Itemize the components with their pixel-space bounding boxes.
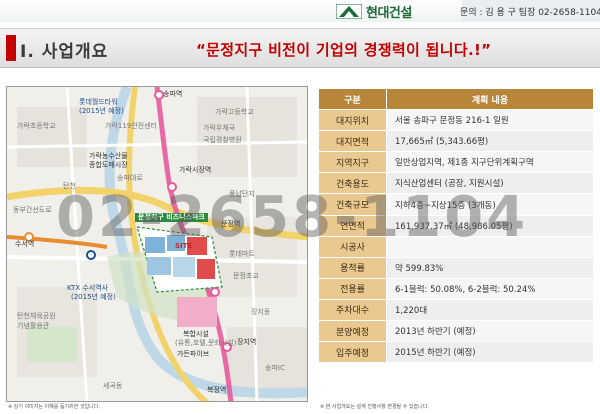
map-label-ktx: KTX 수서역사 (67, 284, 109, 292)
row-key: 지역지구 (318, 151, 387, 174)
map-label-site: SITE (175, 242, 193, 250)
map-label-garden-five: 가든파이브 (177, 350, 210, 358)
table-row: 대지위치 서울 송파구 문정동 216-1 일원 (318, 109, 594, 132)
map-label-lotte-year: (2015년 예정) (79, 107, 124, 115)
contact-info: 문의 : 김 용 구 팀장 02-2658-1104 (460, 0, 600, 22)
row-key: 연면적 (318, 214, 387, 237)
table-row: 지역지구 일반상업지역, 제1종 지구단위계획구역 (318, 151, 594, 174)
map-label-lotte-world-tower: 롯데월드타워 (79, 98, 118, 106)
table-header-value: 계획 내용 (386, 87, 594, 111)
map-label-munjeong-elem: 문정초교 (233, 272, 259, 280)
row-key: 용적률 (318, 256, 387, 279)
map-label-garak-119: 가락119안전센터 (105, 122, 158, 130)
map-label-garak-high: 가락고등학교 (215, 108, 254, 116)
table-row: 대지면적 17,665㎡ (5,343.66평) (318, 130, 594, 153)
map-label-garak-market: 가락농수산물 (89, 152, 128, 160)
map-label-jangji-station: 장지역 (237, 338, 257, 346)
location-map: 송파역 롯데월드타워 (2015년 예정) 가락초등학교 가락고등학교 가락11… (6, 86, 308, 402)
table-row: 분양예정 2013년 하반기 (예정) (318, 320, 594, 343)
map-label-park2: 기념활용관 (17, 322, 50, 330)
map-label-dongbu-hwy: 동부간선도로 (13, 206, 52, 214)
map-label-ktx-year: (2015년 예정) (71, 293, 116, 301)
table-row: 건축용도 지식산업센터 (공장, 지원시설) (318, 172, 594, 195)
row-key: 시공사 (318, 235, 387, 258)
row-value: 지식산업센터 (공장, 지원시설) (386, 172, 594, 195)
map-label-munjeong-station: 문정역 (221, 220, 241, 228)
map-label-segok: 세곡동 (103, 382, 123, 390)
row-key: 분양예정 (318, 320, 387, 343)
table-row: 입주예정 2015년 하반기 (예정) (318, 341, 594, 364)
table-row: 연면적 161,937.37㎡ (48,986.05평) (318, 214, 594, 237)
table-row: 주차대수 1,220대 (318, 298, 594, 322)
row-value: 161,937.37㎡ (48,986.05평) (386, 214, 594, 237)
row-key: 전용률 (318, 277, 387, 300)
map-label-tancheon: 탄천 (63, 182, 76, 190)
table-header-row: 구분 계획 내용 (318, 87, 594, 111)
map-label-business-park: 문정지구 비즈니스파크 (135, 213, 208, 222)
row-value: 약 599.83% (386, 256, 594, 279)
map-label-complex-facility: 복합시설 (183, 330, 209, 338)
row-value: 지하4층~지상15층 (3개동) (386, 193, 594, 216)
map-label-complex-note: (유통,호텔,문화시설) (175, 339, 237, 347)
row-value: 17,665㎡ (5,343.66평) (386, 130, 594, 153)
table-header-key: 구분 (318, 87, 387, 111)
row-value: 2013년 하반기 (예정) (386, 320, 594, 343)
top-bar: 현대건설 문의 : 김 용 구 팀장 02-2658-1104 (0, 0, 600, 22)
table-row: 전용률 6-1블럭: 50.08%, 6-2블럭: 50.24% (318, 277, 594, 300)
map-label-post-office: 가락우체국 (203, 124, 236, 132)
map-label-songpa-daero: 송파대로 (117, 174, 143, 182)
plan-table: 구분 계획 내용 대지위치 서울 송파구 문정동 216-1 일원 대지면적 17,… (318, 87, 594, 364)
map-label-garak-elementary: 가락초등학교 (17, 122, 56, 130)
map-label-garak-market-2: 종합도매시장 (89, 161, 128, 169)
table-row: 시공사 (318, 235, 594, 258)
map-label-tancheon-park: 탄천체육공원 (17, 312, 56, 320)
logo-text: 현대건설 (366, 5, 412, 21)
title-accent-bar (6, 35, 16, 61)
row-key: 대지면적 (318, 130, 387, 153)
title-bar: Ⅰ. 사업개요 “문정지구 비전이 기업의 경쟁력이 됩니다.!” (0, 28, 600, 68)
row-key: 입주예정 (318, 341, 387, 364)
row-value: 6-1블럭: 50.08%, 6-2블럭: 50.24% (386, 277, 594, 300)
row-value: 1,220대 (386, 298, 594, 322)
row-value: 일반상업지역, 제1종 지구단위계획구역 (386, 151, 594, 174)
map-label-jangji-apt: 장지동 (251, 308, 271, 316)
map-graphic (7, 87, 307, 401)
map-label-bokjeong: 복정역 (207, 386, 227, 394)
row-value: 2015년 하반기 (예정) (386, 341, 594, 364)
map-disclaimer: ※ 상기 이미지는 이해를 돕기위한 것입니다. (8, 404, 100, 410)
row-key: 대지위치 (318, 109, 387, 132)
map-label-national-hospital: 국립경찰병원 (203, 136, 242, 144)
company-logo[interactable]: 현대건설 (335, 2, 460, 21)
row-key: 주차대수 (318, 298, 387, 322)
row-value (386, 235, 594, 258)
map-label-pungnap: 풍납단지 (229, 190, 255, 198)
table-disclaimer: ※ 본 사업개요는 설계 진행사항 변경될 수 있습니다. (320, 404, 429, 410)
row-key: 건축용도 (318, 172, 387, 195)
row-key: 건축규모 (318, 193, 387, 216)
map-label-songpa-ic: 송파IC (265, 364, 285, 372)
slogan: “문정지구 비전이 기업의 경쟁력이 됩니다.!” (196, 41, 492, 59)
section-title: Ⅰ. 사업개요 (20, 42, 109, 62)
logo-mountain-icon (335, 3, 363, 19)
row-value: 서울 송파구 문정동 216-1 일원 (386, 109, 594, 132)
map-label-suseo-station: 수서역 (15, 240, 35, 248)
map-label-songpa-station: 송파역 (163, 90, 183, 98)
map-label-lotte-mart: 롯데마트 (229, 250, 255, 258)
map-label-garak-market-station: 가락시장역 (179, 166, 212, 174)
table-row: 용적률 약 599.83% (318, 256, 594, 279)
table-row: 건축규모 지하4층~지상15층 (3개동) (318, 193, 594, 216)
